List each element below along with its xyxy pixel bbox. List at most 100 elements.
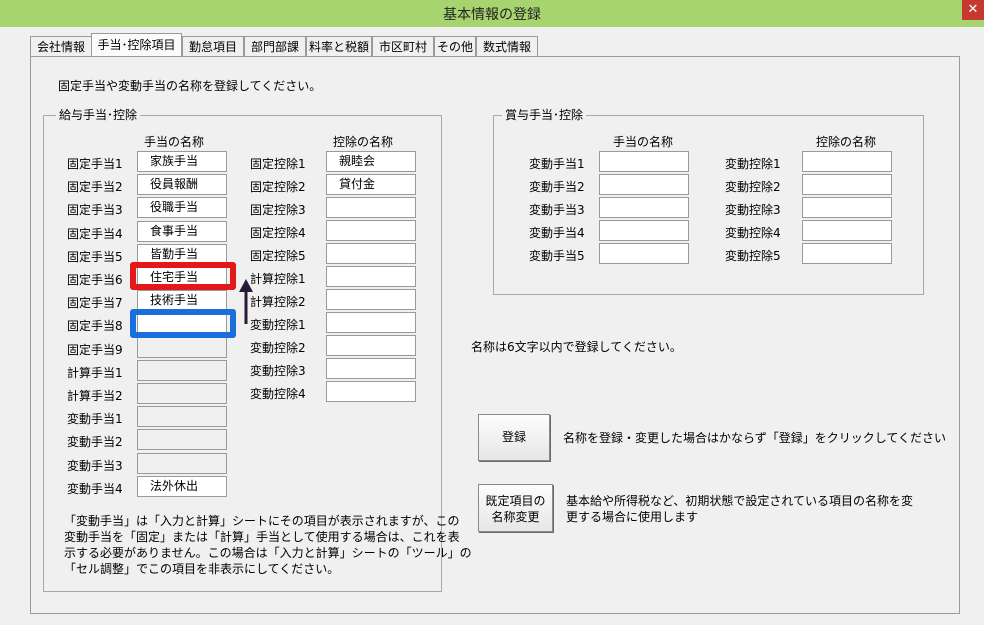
salary-deduction-input-9[interactable] — [326, 335, 416, 356]
bonus-deduction-label-4: 変動控除4 — [725, 226, 781, 240]
salary-allowance-input-9[interactable] — [137, 336, 227, 358]
salary-deduction-label-5: 固定控除5 — [250, 249, 306, 263]
salary-deduction-label-9: 変動控除2 — [250, 341, 306, 355]
rename-description-line1: 基本給や所得税など、初期状態で設定されている項目の名称を変 — [566, 494, 914, 508]
salary-allowance-input-12[interactable] — [137, 406, 227, 428]
window-title: 基本情報の登録 — [443, 7, 541, 23]
salary-deduction-input-6[interactable] — [326, 266, 416, 287]
bonus-deduction-input-3[interactable] — [802, 197, 892, 218]
note-line: 示する必要がありません。この場合は「入力と計算」シートの「ツール」の — [64, 546, 472, 560]
salary-allowance-label-2: 固定手当2 — [67, 180, 123, 195]
bonus-allowance-label-3: 変動手当3 — [529, 203, 585, 217]
salary-deduction-label-8: 変動控除1 — [250, 318, 306, 332]
salary-allowance-label-9: 固定手当9 — [67, 342, 123, 357]
bonus-allowance-input-3[interactable] — [599, 197, 689, 218]
salary-deduction-input-8[interactable] — [326, 312, 416, 333]
bonus-deduction-input-5[interactable] — [802, 243, 892, 264]
salary-allowance-label-7: 固定手当7 — [67, 296, 123, 311]
tab-attendance[interactable]: 勤怠項目 — [182, 36, 244, 56]
bonus-group-title: 賞与手当･控除 — [502, 106, 587, 123]
bonus-deduction-label-3: 変動控除3 — [725, 203, 781, 217]
salary-allowance-label-11: 計算手当2 — [67, 389, 123, 403]
bonus-allowance-input-2[interactable] — [599, 174, 689, 195]
salary-allowance-label-5: 固定手当5 — [67, 249, 123, 264]
register-description: 名称を登録・変更した場合はかならず「登録」をクリックしてください — [563, 431, 947, 445]
highlight-blue-box — [130, 309, 236, 338]
salary-allowance-header: 手当の名称 — [144, 135, 205, 149]
salary-allowance-input-3[interactable]: 役職手当 — [137, 197, 227, 219]
tab-municipality[interactable]: 市区町村 — [372, 36, 434, 56]
salary-allowance-input-14[interactable] — [137, 452, 227, 474]
bonus-allowance-label-5: 変動手当5 — [529, 249, 585, 263]
salary-allowance-label-12: 変動手当1 — [67, 412, 123, 427]
salary-allowance-label-13: 変動手当2 — [67, 435, 123, 450]
intro-text: 固定手当や変動手当の名称を登録してください。 — [58, 79, 322, 93]
close-icon: ✕ — [967, 2, 979, 17]
salary-allowance-label-1: 固定手当1 — [67, 157, 123, 171]
salary-allowance-label-3: 固定手当3 — [67, 203, 123, 218]
bonus-allowance-label-1: 変動手当1 — [529, 157, 585, 171]
register-button[interactable]: 登録 — [478, 414, 550, 461]
bonus-allowance-input-1[interactable] — [599, 151, 689, 172]
up-arrow-icon — [239, 279, 253, 324]
salary-allowance-input-11[interactable] — [137, 383, 227, 404]
rename-description-line2: 更する場合に使用します — [566, 510, 699, 524]
variable-allowance-note: 「変動手当」は「入力と計算」シートにその項目が表示されますが、この 変動手当を「… — [64, 513, 472, 577]
note-line: 「セル調整」でこの項目を非表示にしてください。 — [64, 562, 340, 576]
salary-deduction-input-11[interactable] — [326, 381, 416, 402]
salary-deduction-label-3: 固定控除3 — [250, 203, 306, 217]
tab-department[interactable]: 部門部課 — [244, 36, 306, 56]
salary-deduction-label-6: 計算控除1 — [250, 272, 306, 286]
salary-allowance-input-10[interactable] — [137, 359, 227, 381]
bonus-deduction-label-1: 変動控除1 — [725, 157, 781, 171]
bonus-deduction-label-5: 変動控除5 — [725, 249, 781, 263]
salary-allowance-input-13[interactable] — [137, 429, 227, 451]
name-limit-note: 名称は6文字以内で登録してください。 — [471, 340, 682, 354]
salary-deduction-input-7[interactable] — [326, 289, 416, 310]
rename-button-label-line2: 名称変更 — [491, 510, 540, 524]
salary-deduction-label-10: 変動控除3 — [250, 364, 306, 378]
salary-deduction-input-2[interactable]: 貸付金 — [326, 174, 416, 195]
salary-deduction-header: 控除の名称 — [333, 135, 394, 149]
salary-allowance-input-2[interactable]: 役員報酬 — [137, 174, 227, 196]
salary-deduction-input-1[interactable]: 親睦会 — [326, 151, 416, 172]
tab-company-info[interactable]: 会社情報 — [30, 36, 92, 56]
tab-other[interactable]: その他 — [434, 36, 476, 56]
salary-deduction-label-2: 固定控除2 — [250, 180, 306, 194]
bonus-allowance-input-4[interactable] — [599, 220, 689, 241]
note-line: 変動手当を「固定」または「計算」手当として使用する場合は、これを表 — [64, 530, 460, 544]
salary-deduction-input-10[interactable] — [326, 358, 416, 379]
salary-allowance-label-15: 変動手当4 — [67, 481, 123, 496]
note-line: 「変動手当」は「入力と計算」シートにその項目が表示されますが、この — [64, 514, 460, 528]
salary-deduction-input-4[interactable] — [326, 220, 416, 241]
tab-rates-tax[interactable]: 料率と税額 — [306, 36, 372, 56]
bonus-deduction-label-2: 変動控除2 — [725, 180, 781, 194]
rename-description: 基本給や所得税など、初期状態で設定されている項目の名称を変 更する場合に使用しま… — [566, 493, 913, 525]
close-button[interactable]: ✕ — [962, 0, 984, 20]
tab-formula-info[interactable]: 数式情報 — [476, 36, 538, 56]
bonus-allowance-input-5[interactable] — [599, 243, 689, 264]
salary-allowance-label-4: 固定手当4 — [67, 226, 123, 241]
bonus-deduction-input-1[interactable] — [802, 151, 892, 172]
salary-allowance-input-15[interactable]: 法外休出 — [137, 475, 227, 497]
salary-allowance-label-8: 固定手当8 — [67, 319, 123, 334]
salary-deduction-input-3[interactable] — [326, 197, 416, 218]
salary-allowance-input-1[interactable]: 家族手当 — [137, 151, 227, 172]
salary-allowance-label-6: 固定手当6 — [67, 273, 123, 287]
highlight-red-box — [130, 262, 236, 290]
salary-deduction-label-11: 変動控除4 — [250, 387, 306, 401]
rename-default-items-button[interactable]: 既定項目の 名称変更 — [478, 484, 553, 532]
bonus-deduction-input-2[interactable] — [802, 174, 892, 195]
bonus-deduction-header: 控除の名称 — [816, 135, 877, 149]
salary-deduction-label-1: 固定控除1 — [250, 157, 306, 171]
salary-deduction-label-4: 固定控除4 — [250, 226, 306, 240]
salary-allowance-label-14: 変動手当3 — [67, 458, 123, 473]
salary-deduction-input-5[interactable] — [326, 243, 416, 264]
tab-allowance-deduction[interactable]: 手当･控除項目 — [91, 33, 182, 57]
bonus-deduction-input-4[interactable] — [802, 220, 892, 241]
salary-allowance-label-10: 計算手当1 — [67, 365, 123, 380]
salary-allowance-input-4[interactable]: 食事手当 — [137, 220, 227, 242]
bonus-allowance-header: 手当の名称 — [613, 135, 674, 149]
bonus-allowance-label-2: 変動手当2 — [529, 180, 585, 194]
salary-group-title: 給与手当･控除 — [56, 106, 141, 123]
